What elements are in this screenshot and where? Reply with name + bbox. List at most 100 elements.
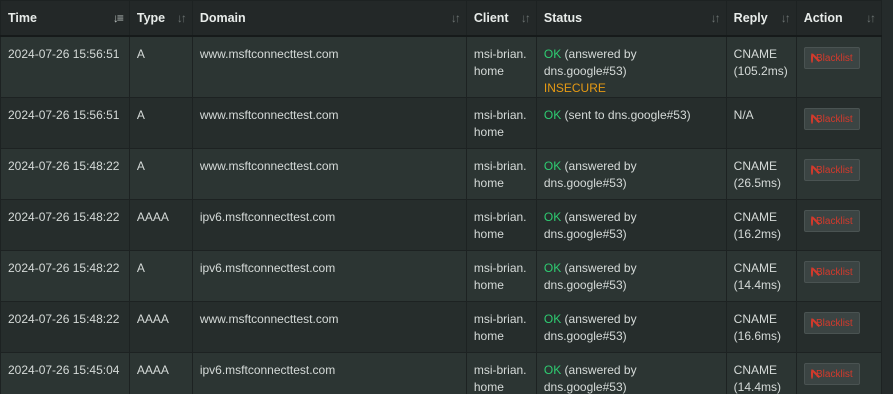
reply-value-line2: (16.2ms) [733,227,782,241]
cell-type: A [128,148,193,200]
query-log-table-container: Time ↓≡ Type ↓↑ Domain ↓↑ Client ↓↑ Stat… [0,0,893,394]
cell-action: Blacklist [795,250,883,302]
blacklist-button[interactable]: Blacklist [803,159,860,181]
column-header-status[interactable]: Status ↓↑ [535,0,727,37]
blacklist-button-label: Blacklist [816,266,853,278]
time-value: 2024-07-26 15:56:51 [8,47,120,61]
blacklist-button[interactable]: Blacklist [803,47,860,69]
sort-icon[interactable]: ↓↑ [521,11,531,25]
cell-domain: ipv6.msftconnecttest.com [191,199,467,251]
sort-icon[interactable]: ↓↑ [866,11,876,25]
cell-action: Blacklist [795,199,883,251]
cell-type: AAAA [128,352,193,394]
cell-time: 2024-07-26 15:56:51 [0,97,130,149]
reply-value-line1: CNAME [733,261,778,275]
reply-value-line1: CNAME [733,312,778,326]
sort-descending-icon[interactable]: ↓≡ [113,11,124,25]
reply-value-line2: (14.4ms) [733,380,782,394]
reply-value-line1: CNAME [733,159,778,173]
domain-value: www.msftconnecttest.com [199,159,339,173]
table-row: 2024-07-26 15:45:04 AAAA ipv6.msftconnec… [0,352,883,394]
cell-status: OK (answered by dns.google#53) [535,199,727,251]
reply-value-line1: CNAME [733,210,778,224]
cell-time: 2024-07-26 15:45:04 [0,352,130,394]
sort-icon[interactable]: ↓↑ [711,11,721,25]
cell-client: msi-brian. home [465,97,537,149]
column-header-label: Domain [199,11,246,25]
cell-client: msi-brian. home [465,352,537,394]
type-value: AAAA [136,363,169,377]
cell-time: 2024-07-26 15:48:22 [0,148,130,200]
cell-type: AAAA [128,301,193,353]
cell-reply: CNAME (14.4ms) [725,250,797,302]
client-value-line1: msi-brian. [473,108,527,122]
type-value: A [136,159,145,173]
client-value-line2: home [473,176,504,190]
sort-icon[interactable]: ↓↑ [451,11,461,25]
table-row: 2024-07-26 15:48:22 A www.msftconnecttes… [0,148,883,200]
column-header-domain[interactable]: Domain ↓↑ [191,0,467,37]
cell-status: OK (answered by dns.google#53) INSECURE [535,35,727,98]
blacklist-button-label: Blacklist [816,215,853,227]
cell-status: OK (answered by dns.google#53) [535,301,727,353]
client-value-line2: home [473,380,504,394]
client-value-line2: home [473,64,504,78]
reply-value-line1: N/A [733,108,754,122]
blacklist-button-label: Blacklist [816,52,853,64]
sort-icon[interactable]: ↓↑ [781,11,791,25]
ban-icon [810,369,814,379]
ban-icon [810,267,814,277]
type-value: AAAA [136,312,169,326]
time-value: 2024-07-26 15:45:04 [8,363,120,377]
cell-reply: N/A [725,97,797,149]
cell-time: 2024-07-26 15:48:22 [0,199,130,251]
domain-value: ipv6.msftconnecttest.com [199,210,336,224]
cell-domain: www.msftconnecttest.com [191,301,467,353]
column-header-action[interactable]: Action ↓↑ [795,0,883,37]
table-row: 2024-07-26 15:48:22 AAAA ipv6.msftconnec… [0,199,883,251]
column-header-reply[interactable]: Reply ↓↑ [725,0,797,37]
cell-domain: www.msftconnecttest.com [191,35,467,98]
column-header-label: Action [803,11,843,25]
column-header-type[interactable]: Type ↓↑ [128,0,193,37]
blacklist-button[interactable]: Blacklist [803,312,860,334]
blacklist-button[interactable]: Blacklist [803,108,860,130]
blacklist-button-label: Blacklist [816,368,853,380]
status-ok: OK [543,47,562,61]
cell-status: OK (answered by dns.google#53) [535,352,727,394]
sort-icon[interactable]: ↓↑ [177,11,187,25]
client-value-line1: msi-brian. [473,261,527,275]
domain-value: ipv6.msftconnecttest.com [199,363,336,377]
cell-reply: CNAME (16.2ms) [725,199,797,251]
cell-action: Blacklist [795,97,883,149]
ban-icon [810,318,814,328]
type-value: A [136,47,145,61]
time-value: 2024-07-26 15:48:22 [8,261,120,275]
cell-reply: CNAME (105.2ms) [725,35,797,98]
blacklist-button[interactable]: Blacklist [803,261,860,283]
cell-type: AAAA [128,199,193,251]
column-header-client[interactable]: Client ↓↑ [465,0,537,37]
column-header-label: Client [473,11,509,25]
cell-status: OK (answered by dns.google#53) [535,148,727,200]
cell-status: OK (answered by dns.google#53) [535,250,727,302]
client-value-line1: msi-brian. [473,210,527,224]
ban-icon [810,114,814,124]
column-header-time[interactable]: Time ↓≡ [0,0,130,37]
query-log-table: Time ↓≡ Type ↓↑ Domain ↓↑ Client ↓↑ Stat… [0,0,883,394]
blacklist-button[interactable]: Blacklist [803,363,860,385]
cell-client: msi-brian. home [465,35,537,98]
blacklist-button[interactable]: Blacklist [803,210,860,232]
cell-domain: www.msftconnecttest.com [191,97,467,149]
reply-value-line2: (16.6ms) [733,329,782,343]
cell-action: Blacklist [795,148,883,200]
cell-domain: ipv6.msftconnecttest.com [191,250,467,302]
client-value-line2: home [473,125,504,139]
client-value-line1: msi-brian. [473,312,527,326]
status-ok: OK [543,312,562,326]
ban-icon [810,165,814,175]
cell-action: Blacklist [795,301,883,353]
cell-domain: www.msftconnecttest.com [191,148,467,200]
status-ok: OK [543,159,562,173]
type-value: AAAA [136,210,169,224]
